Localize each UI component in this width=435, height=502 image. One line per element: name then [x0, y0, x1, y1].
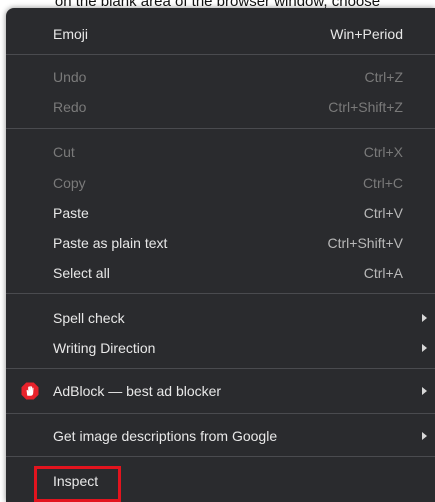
menu-item-label: Cut	[53, 143, 75, 160]
menu-separator	[6, 128, 435, 129]
menu-item-redo[interactable]: Redo Ctrl+Shift+Z	[6, 92, 435, 121]
menu-separator	[6, 413, 435, 414]
menu-separator	[6, 293, 435, 294]
menu-item-shortcut: Ctrl+C	[362, 174, 403, 191]
menu-separator	[6, 54, 435, 55]
menu-item-shortcut: Ctrl+Z	[364, 68, 404, 85]
context-menu: Emoji Win+Period Undo Ctrl+Z Redo Ctrl+S…	[6, 8, 435, 502]
menu-separator	[6, 456, 435, 457]
menu-item-paste[interactable]: Paste Ctrl+V	[6, 198, 435, 227]
menu-item-label: Select all	[53, 264, 110, 281]
menu-item-undo[interactable]: Undo Ctrl+Z	[6, 62, 435, 91]
menu-item-label: Paste	[53, 204, 89, 221]
menu-item-spell-check[interactable]: Spell check	[6, 303, 435, 332]
menu-item-select-all[interactable]: Select all Ctrl+A	[6, 258, 435, 287]
submenu-arrow-icon	[422, 431, 427, 440]
menu-item-shortcut: Ctrl+Shift+V	[327, 234, 403, 251]
menu-item-label: Undo	[53, 68, 87, 85]
menu-item-shortcut: Ctrl+A	[363, 264, 403, 281]
submenu-arrow-icon	[422, 313, 427, 322]
menu-item-shortcut: Ctrl+V	[363, 204, 403, 221]
adblock-hand-icon	[21, 382, 39, 399]
menu-item-label: Spell check	[53, 309, 125, 326]
submenu-arrow-icon	[422, 386, 427, 395]
menu-item-writing-direction[interactable]: Writing Direction	[6, 333, 435, 362]
menu-item-label: Writing Direction	[53, 339, 156, 356]
menu-item-label: Copy	[53, 174, 86, 191]
menu-item-label: AdBlock — best ad blocker	[53, 382, 222, 399]
menu-item-copy[interactable]: Copy Ctrl+C	[6, 168, 435, 197]
menu-item-emoji[interactable]: Emoji Win+Period	[6, 19, 435, 48]
submenu-arrow-icon	[422, 343, 427, 352]
menu-item-get-image-descriptions[interactable]: Get image descriptions from Google	[6, 421, 435, 450]
menu-item-shortcut: Win+Period	[330, 25, 403, 42]
menu-item-shortcut: Ctrl+X	[363, 143, 403, 160]
menu-item-label: Get image descriptions from Google	[53, 427, 278, 444]
menu-item-label: Emoji	[53, 25, 89, 42]
menu-item-paste-plain-text[interactable]: Paste as plain text Ctrl+Shift+V	[6, 228, 435, 257]
menu-item-cut[interactable]: Cut Ctrl+X	[6, 137, 435, 166]
menu-separator	[6, 368, 435, 369]
menu-item-shortcut: Ctrl+Shift+Z	[328, 98, 403, 115]
inspect-highlight-box	[34, 466, 121, 502]
menu-item-adblock[interactable]: AdBlock — best ad blocker	[6, 376, 435, 405]
menu-item-label: Redo	[53, 98, 87, 115]
menu-item-label: Paste as plain text	[53, 234, 168, 251]
